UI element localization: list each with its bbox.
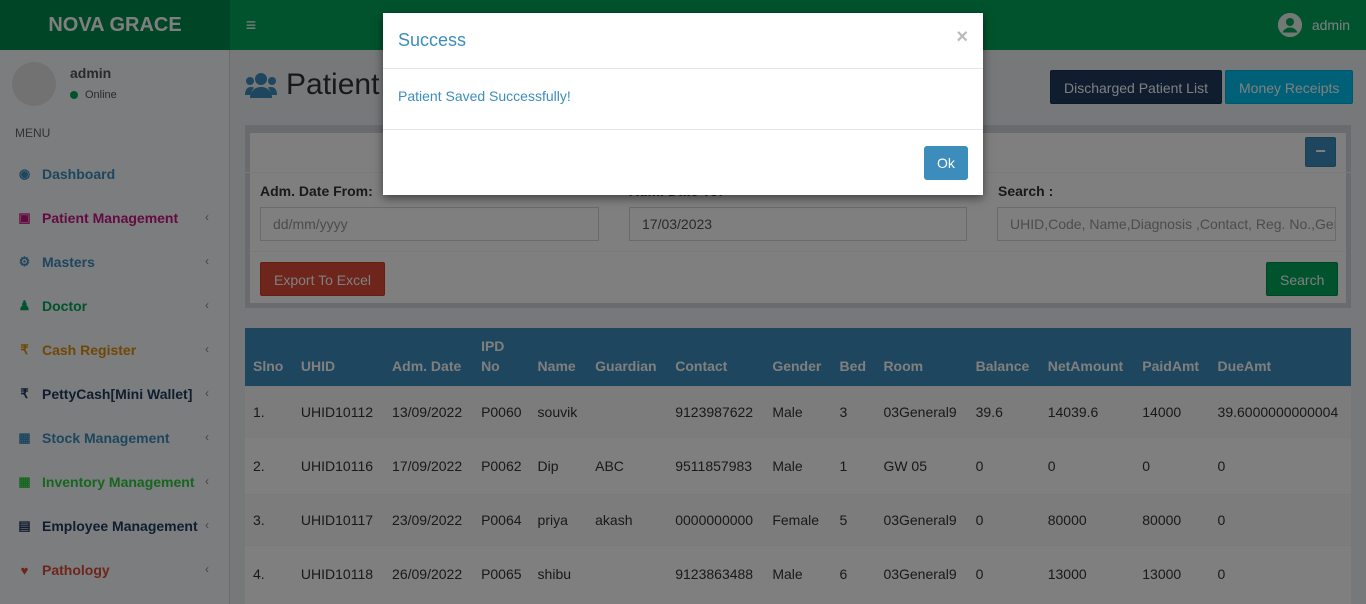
modal-footer: Ok [383, 129, 983, 195]
ok-button[interactable]: Ok [924, 146, 968, 180]
modal-title: Success [398, 30, 467, 50]
modal-header: Success × [383, 13, 983, 69]
modal-message: Patient Saved Successfully! [398, 88, 571, 104]
close-icon[interactable]: × [956, 26, 968, 49]
success-modal: Success × Patient Saved Successfully! Ok [383, 13, 983, 195]
